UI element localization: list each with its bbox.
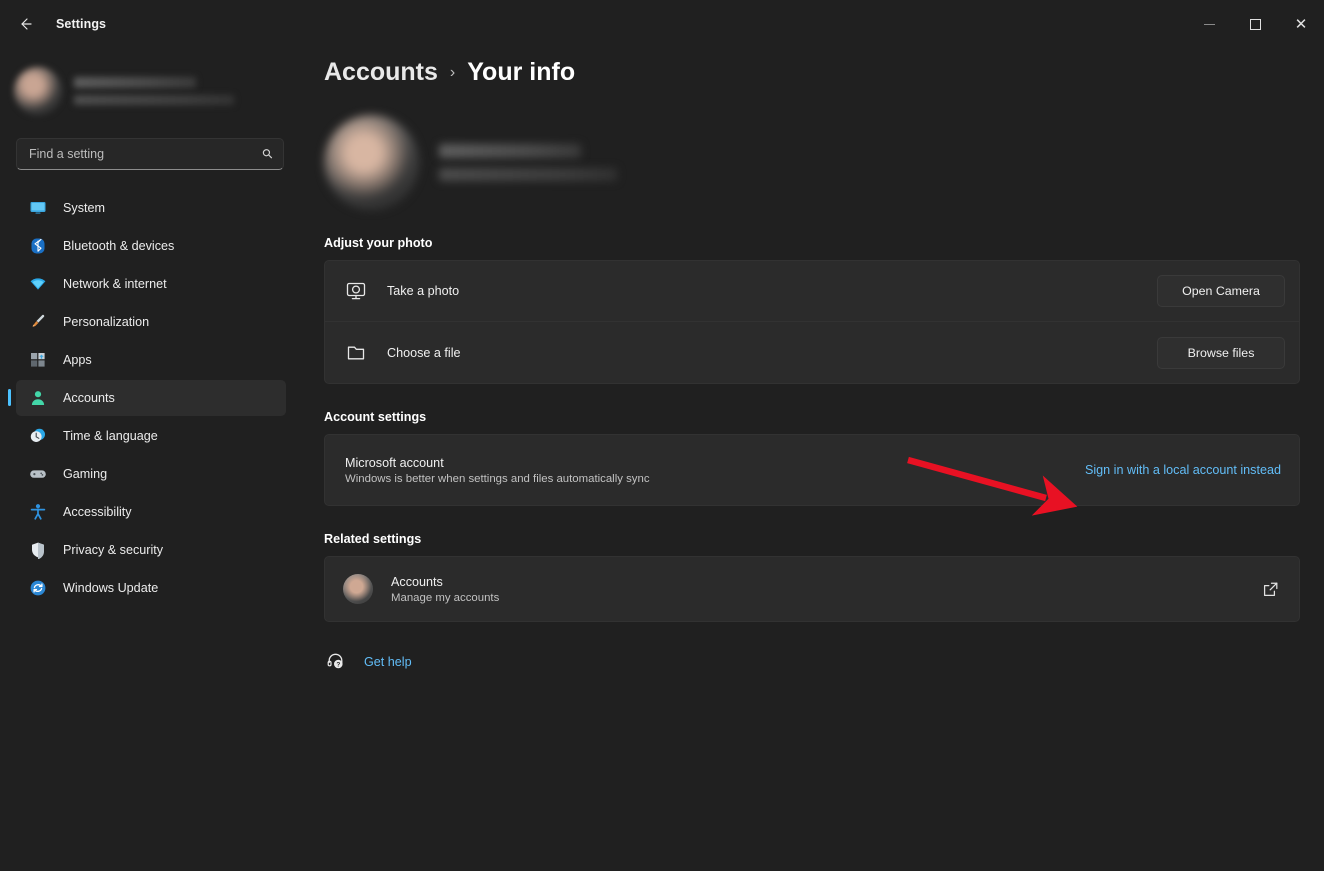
sidebar-item-apps[interactable]: Apps bbox=[16, 342, 286, 378]
main-content: Accounts › Your info Adjust your photo T… bbox=[300, 48, 1324, 871]
sidebar-item-gaming[interactable]: Gaming bbox=[16, 456, 286, 492]
maximize-button[interactable] bbox=[1232, 0, 1278, 48]
account-avatar-icon bbox=[343, 574, 373, 604]
back-arrow-icon bbox=[21, 18, 32, 30]
back-button[interactable] bbox=[8, 7, 42, 41]
avatar bbox=[14, 67, 62, 115]
gamepad-icon bbox=[28, 464, 48, 484]
sidebar-item-label: Windows Update bbox=[63, 581, 159, 595]
clock-globe-icon bbox=[28, 426, 48, 446]
choose-a-file-label: Choose a file bbox=[387, 345, 461, 360]
sidebar-item-bluetooth-devices[interactable]: Bluetooth & devices bbox=[16, 228, 286, 264]
bluetooth-icon bbox=[28, 236, 48, 256]
sidebar-item-privacy-security[interactable]: Privacy & security bbox=[16, 532, 286, 568]
sidebar-item-label: Time & language bbox=[63, 429, 158, 443]
sidebar-item-windows-update[interactable]: Windows Update bbox=[16, 570, 286, 606]
sidebar-item-accessibility[interactable]: Accessibility bbox=[16, 494, 286, 530]
microsoft-account-row: Microsoft account Windows is better when… bbox=[324, 434, 1300, 506]
title-bar: Settings ✕ bbox=[0, 0, 1324, 48]
settings-window: Settings ✕ ⚲ System bbox=[0, 0, 1324, 871]
related-accounts-label: Accounts bbox=[391, 574, 443, 589]
window-title: Settings bbox=[56, 17, 107, 31]
external-link-icon bbox=[1262, 581, 1279, 598]
related-accounts-row[interactable]: Accounts Manage my accounts bbox=[324, 556, 1300, 622]
microsoft-account-texts: Microsoft account Windows is better when… bbox=[345, 456, 650, 485]
account-name-redacted bbox=[439, 144, 581, 158]
account-avatar bbox=[324, 115, 419, 210]
apps-grid-icon bbox=[28, 350, 48, 370]
sidebar-item-label: Network & internet bbox=[63, 277, 167, 291]
account-email-redacted bbox=[439, 168, 617, 181]
related-accounts-texts: Accounts Manage my accounts bbox=[391, 575, 499, 604]
sidebar-item-time-language[interactable]: Time & language bbox=[16, 418, 286, 454]
sidebar-item-network-internet[interactable]: Network & internet bbox=[16, 266, 286, 302]
user-profile-text bbox=[74, 77, 234, 105]
refresh-circle-icon bbox=[28, 578, 48, 598]
close-button[interactable]: ✕ bbox=[1278, 0, 1324, 48]
svg-text:?: ? bbox=[336, 662, 340, 669]
sidebar-item-accounts[interactable]: Accounts bbox=[8, 380, 286, 416]
monitor-icon bbox=[28, 198, 48, 218]
sidebar-item-label: Gaming bbox=[63, 467, 108, 481]
minimize-icon bbox=[1203, 23, 1215, 25]
person-icon bbox=[28, 388, 48, 408]
take-a-photo-texts: Take a photo bbox=[387, 284, 459, 298]
folder-icon bbox=[343, 342, 369, 364]
sidebar-item-personalization[interactable]: Personalization bbox=[16, 304, 286, 340]
help-question-icon: ? bbox=[324, 652, 346, 671]
sidebar-item-label: System bbox=[63, 201, 105, 215]
get-help-label: Get help bbox=[364, 654, 412, 669]
user-profile[interactable] bbox=[14, 62, 300, 120]
choose-a-file-texts: Choose a file bbox=[387, 346, 461, 360]
sidebar-item-system[interactable]: System bbox=[16, 190, 286, 226]
section-title-adjust-photo: Adjust your photo bbox=[324, 236, 433, 250]
breadcrumb: Accounts › Your info bbox=[324, 58, 1324, 87]
get-help-link[interactable]: ? Get help bbox=[324, 652, 1324, 671]
section-title-related-settings: Related settings bbox=[324, 532, 422, 546]
search-input[interactable] bbox=[29, 147, 264, 161]
sidebar-item-label: Accounts bbox=[63, 391, 115, 405]
shield-icon bbox=[28, 540, 48, 560]
window-controls: ✕ bbox=[1186, 0, 1324, 48]
sidebar-item-label: Accessibility bbox=[63, 505, 132, 519]
sidebar-item-label: Personalization bbox=[63, 315, 150, 329]
take-a-photo-label: Take a photo bbox=[387, 284, 460, 298]
sidebar-item-label: Bluetooth & devices bbox=[63, 239, 175, 253]
related-accounts-sublabel: Manage my accounts bbox=[391, 591, 500, 604]
accessibility-person-icon bbox=[28, 502, 48, 522]
microsoft-account-sublabel: Windows is better when settings and file… bbox=[345, 472, 650, 485]
browse-files-button[interactable]: Browse files bbox=[1157, 336, 1285, 369]
sidebar-nav: System Bluetooth & devices Network & int… bbox=[0, 190, 300, 606]
sidebar-item-label: Apps bbox=[63, 353, 92, 367]
sidebar: ⚲ System Bluetooth & devices Network & i bbox=[0, 48, 300, 871]
account-profile-header bbox=[324, 115, 1324, 210]
open-camera-button[interactable]: Open Camera bbox=[1157, 275, 1285, 307]
wifi-icon bbox=[28, 274, 48, 294]
take-a-photo-row[interactable]: Take a photo Open Camera bbox=[324, 260, 1300, 322]
paintbrush-icon bbox=[28, 312, 48, 332]
maximize-icon bbox=[1249, 18, 1261, 30]
camera-icon bbox=[343, 280, 369, 302]
minimize-button[interactable] bbox=[1186, 0, 1232, 48]
chevron-right-icon: › bbox=[449, 63, 456, 81]
page-title: Your info bbox=[467, 58, 576, 86]
user-email-redacted bbox=[74, 95, 234, 105]
user-name-redacted bbox=[74, 77, 196, 88]
microsoft-account-label: Microsoft account bbox=[345, 455, 444, 470]
search-box[interactable]: ⚲ bbox=[16, 138, 284, 170]
close-icon: ✕ bbox=[1294, 16, 1308, 33]
choose-a-file-row[interactable]: Choose a file Browse files bbox=[324, 322, 1300, 384]
sign-in-local-account-link[interactable]: Sign in with a local account instead bbox=[1085, 463, 1281, 477]
sidebar-item-label: Privacy & security bbox=[63, 543, 164, 557]
section-title-account-settings: Account settings bbox=[324, 410, 427, 424]
breadcrumb-parent[interactable]: Accounts bbox=[324, 58, 438, 87]
account-profile-text bbox=[439, 144, 617, 181]
